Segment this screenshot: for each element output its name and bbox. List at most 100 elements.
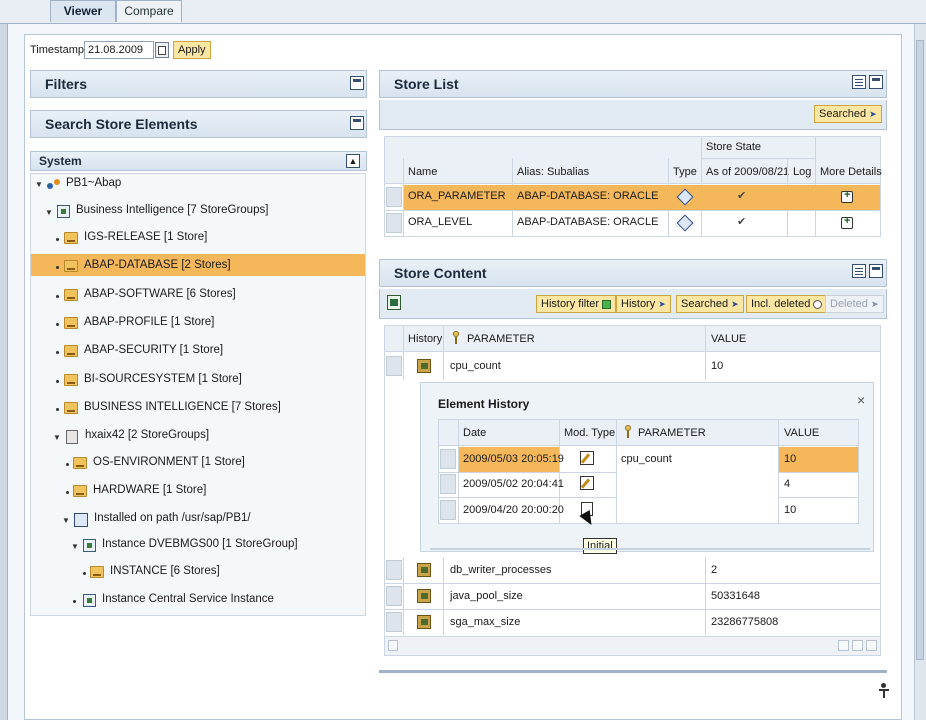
expand-triangle-icon[interactable]: ▼ [71, 542, 79, 551]
row-selector[interactable] [440, 474, 456, 494]
tree-item-os-environment[interactable]: OS-ENVIRONMENT [1 Store] [93, 451, 245, 473]
parameter-value: 23286775808 [711, 616, 779, 628]
store-content-settings-icon[interactable] [852, 264, 866, 278]
tree-item-business-intelligence[interactable]: Business Intelligence [7 StoreGroups] [76, 199, 268, 221]
store-state-group-header: Store State [706, 141, 762, 153]
expand-triangle-icon[interactable]: ▼ [35, 180, 43, 189]
tree-item-instance-dvebmgs00[interactable]: Instance DVEBMGS00 [1 StoreGroup] [102, 533, 298, 555]
row-selector[interactable] [440, 449, 456, 469]
row-selector[interactable] [386, 356, 402, 376]
tree-item-hardware[interactable]: HARDWARE [1 Store] [93, 479, 206, 501]
store-content-collapse-icon[interactable] [869, 264, 883, 278]
tab-compare[interactable]: Compare [116, 0, 182, 22]
row-divider [439, 472, 616, 473]
col-parameter[interactable]: PARAMETER [638, 427, 706, 439]
store-list-toolbar [379, 100, 887, 130]
page-previous-icon[interactable] [852, 640, 863, 651]
row-selector[interactable] [386, 612, 402, 632]
search-collapse-icon[interactable] [350, 116, 364, 130]
tree-item-business-intelligence-stores[interactable]: BUSINESS INTELLIGENCE [7 Stores] [84, 396, 281, 418]
history-filter-button[interactable]: History filter [536, 295, 617, 313]
history-icon[interactable] [417, 359, 431, 373]
installation-icon [74, 513, 88, 527]
more-details-icon[interactable] [841, 215, 853, 229]
col-name[interactable]: Name [408, 166, 437, 178]
page-scrollbar-thumb[interactable] [916, 40, 924, 660]
export-icon[interactable] [387, 295, 401, 310]
more-details-icon[interactable] [841, 189, 853, 203]
searched-button[interactable]: Searched ➤ [676, 295, 744, 313]
filters-collapse-icon[interactable] [350, 76, 364, 90]
col-type[interactable]: Type [673, 166, 697, 178]
apply-button[interactable]: Apply [173, 41, 211, 59]
expand-triangle-icon[interactable]: ▼ [53, 433, 61, 442]
col-mod-type[interactable]: Mod. Type [564, 427, 615, 439]
tree-item-igs-release[interactable]: IGS-RELEASE [1 Store] [84, 226, 207, 248]
incl-deleted-button[interactable]: Incl. deleted [746, 295, 828, 313]
tree-item-instance-stores[interactable]: INSTANCE [6 Stores] [110, 560, 220, 582]
tree-item-abap-software[interactable]: ABAP-SOFTWARE [6 Stores] [84, 283, 236, 305]
col-date[interactable]: Date [463, 427, 486, 439]
history-icon[interactable] [417, 615, 431, 629]
row-selector[interactable] [386, 213, 402, 233]
store-list-searched-button[interactable]: Searched ➤ [814, 105, 882, 123]
row-selector[interactable] [440, 500, 456, 520]
tree-item-bi-sourcesystem[interactable]: BI-SOURCESYSTEM [1 Store] [84, 368, 242, 390]
page-next-icon[interactable] [838, 640, 849, 651]
col-parameter[interactable]: PARAMETER [467, 333, 535, 345]
left-window-edge [0, 0, 8, 720]
row-selector[interactable] [386, 187, 402, 207]
green-status-icon [602, 299, 612, 309]
tree-item-abap-profile[interactable]: ABAP-PROFILE [1 Store] [84, 311, 214, 333]
row-selector[interactable] [386, 586, 402, 606]
col-history[interactable]: History [408, 333, 442, 345]
store-alias: ABAP-DATABASE: ORACLE [517, 216, 659, 228]
tab-viewer[interactable]: Viewer [50, 0, 116, 22]
row-divider [385, 210, 880, 211]
tree-bullet [56, 266, 59, 269]
history-label: History [621, 298, 656, 310]
col-as-of[interactable]: As of 2009/08/21 [706, 166, 789, 178]
history-icon[interactable] [417, 563, 431, 577]
row-divider [779, 472, 858, 473]
close-icon[interactable]: × [857, 392, 865, 408]
col-more-details[interactable]: More Details [820, 166, 882, 178]
store-icon [90, 566, 104, 578]
store-list-settings-icon[interactable] [852, 75, 866, 89]
tree-bullet [56, 238, 59, 241]
store-icon [64, 260, 78, 272]
tree-item-abap-security[interactable]: ABAP-SECURITY [1 Store] [84, 339, 223, 361]
tree-expand-icon[interactable]: ▲ [346, 154, 360, 168]
parameter-name: sga_max_size [450, 616, 521, 628]
col-divider [403, 557, 404, 635]
timestamp-label: Timestamp: [30, 44, 88, 56]
expand-triangle-icon[interactable]: ▼ [62, 516, 70, 525]
timestamp-input[interactable]: 21.08.2009 [84, 41, 154, 59]
check-icon: ✔ [737, 190, 747, 202]
system-tree-title: System [39, 154, 82, 168]
tree-item-installed-path[interactable]: Installed on path /usr/sap/PB1/ [94, 507, 251, 529]
store-list-collapse-icon[interactable] [869, 75, 883, 89]
store-name: ORA_LEVEL [408, 216, 473, 228]
calendar-icon[interactable] [155, 42, 169, 58]
tree-item-abap-database[interactable]: ABAP-DATABASE [2 Stores] [84, 254, 231, 276]
history-icon[interactable] [417, 589, 431, 603]
col-value[interactable]: VALUE [784, 427, 819, 439]
element-history-title: Element History [438, 397, 530, 411]
popup-divider [430, 548, 870, 550]
tree-item-hxaix42[interactable]: hxaix42 [2 StoreGroups] [85, 424, 209, 446]
scroll-left-icon[interactable] [388, 640, 398, 651]
tree-item-central-service-instance[interactable]: Instance Central Service Instance [102, 588, 274, 610]
col-value[interactable]: VALUE [711, 333, 746, 345]
row-divider [385, 583, 880, 584]
search-panel-header[interactable]: Search Store Elements [30, 110, 367, 138]
col-log[interactable]: Log [793, 166, 811, 178]
row-selector[interactable] [386, 560, 402, 580]
page-last-icon[interactable] [866, 640, 877, 651]
accessibility-icon[interactable] [877, 683, 891, 699]
col-alias[interactable]: Alias: Subalias [517, 166, 589, 178]
history-button[interactable]: History ➤ [616, 295, 671, 313]
expand-triangle-icon[interactable]: ▼ [45, 208, 53, 217]
tree-root-label[interactable]: PB1~Abap [66, 177, 121, 189]
filters-panel-header[interactable]: Filters [30, 70, 367, 98]
